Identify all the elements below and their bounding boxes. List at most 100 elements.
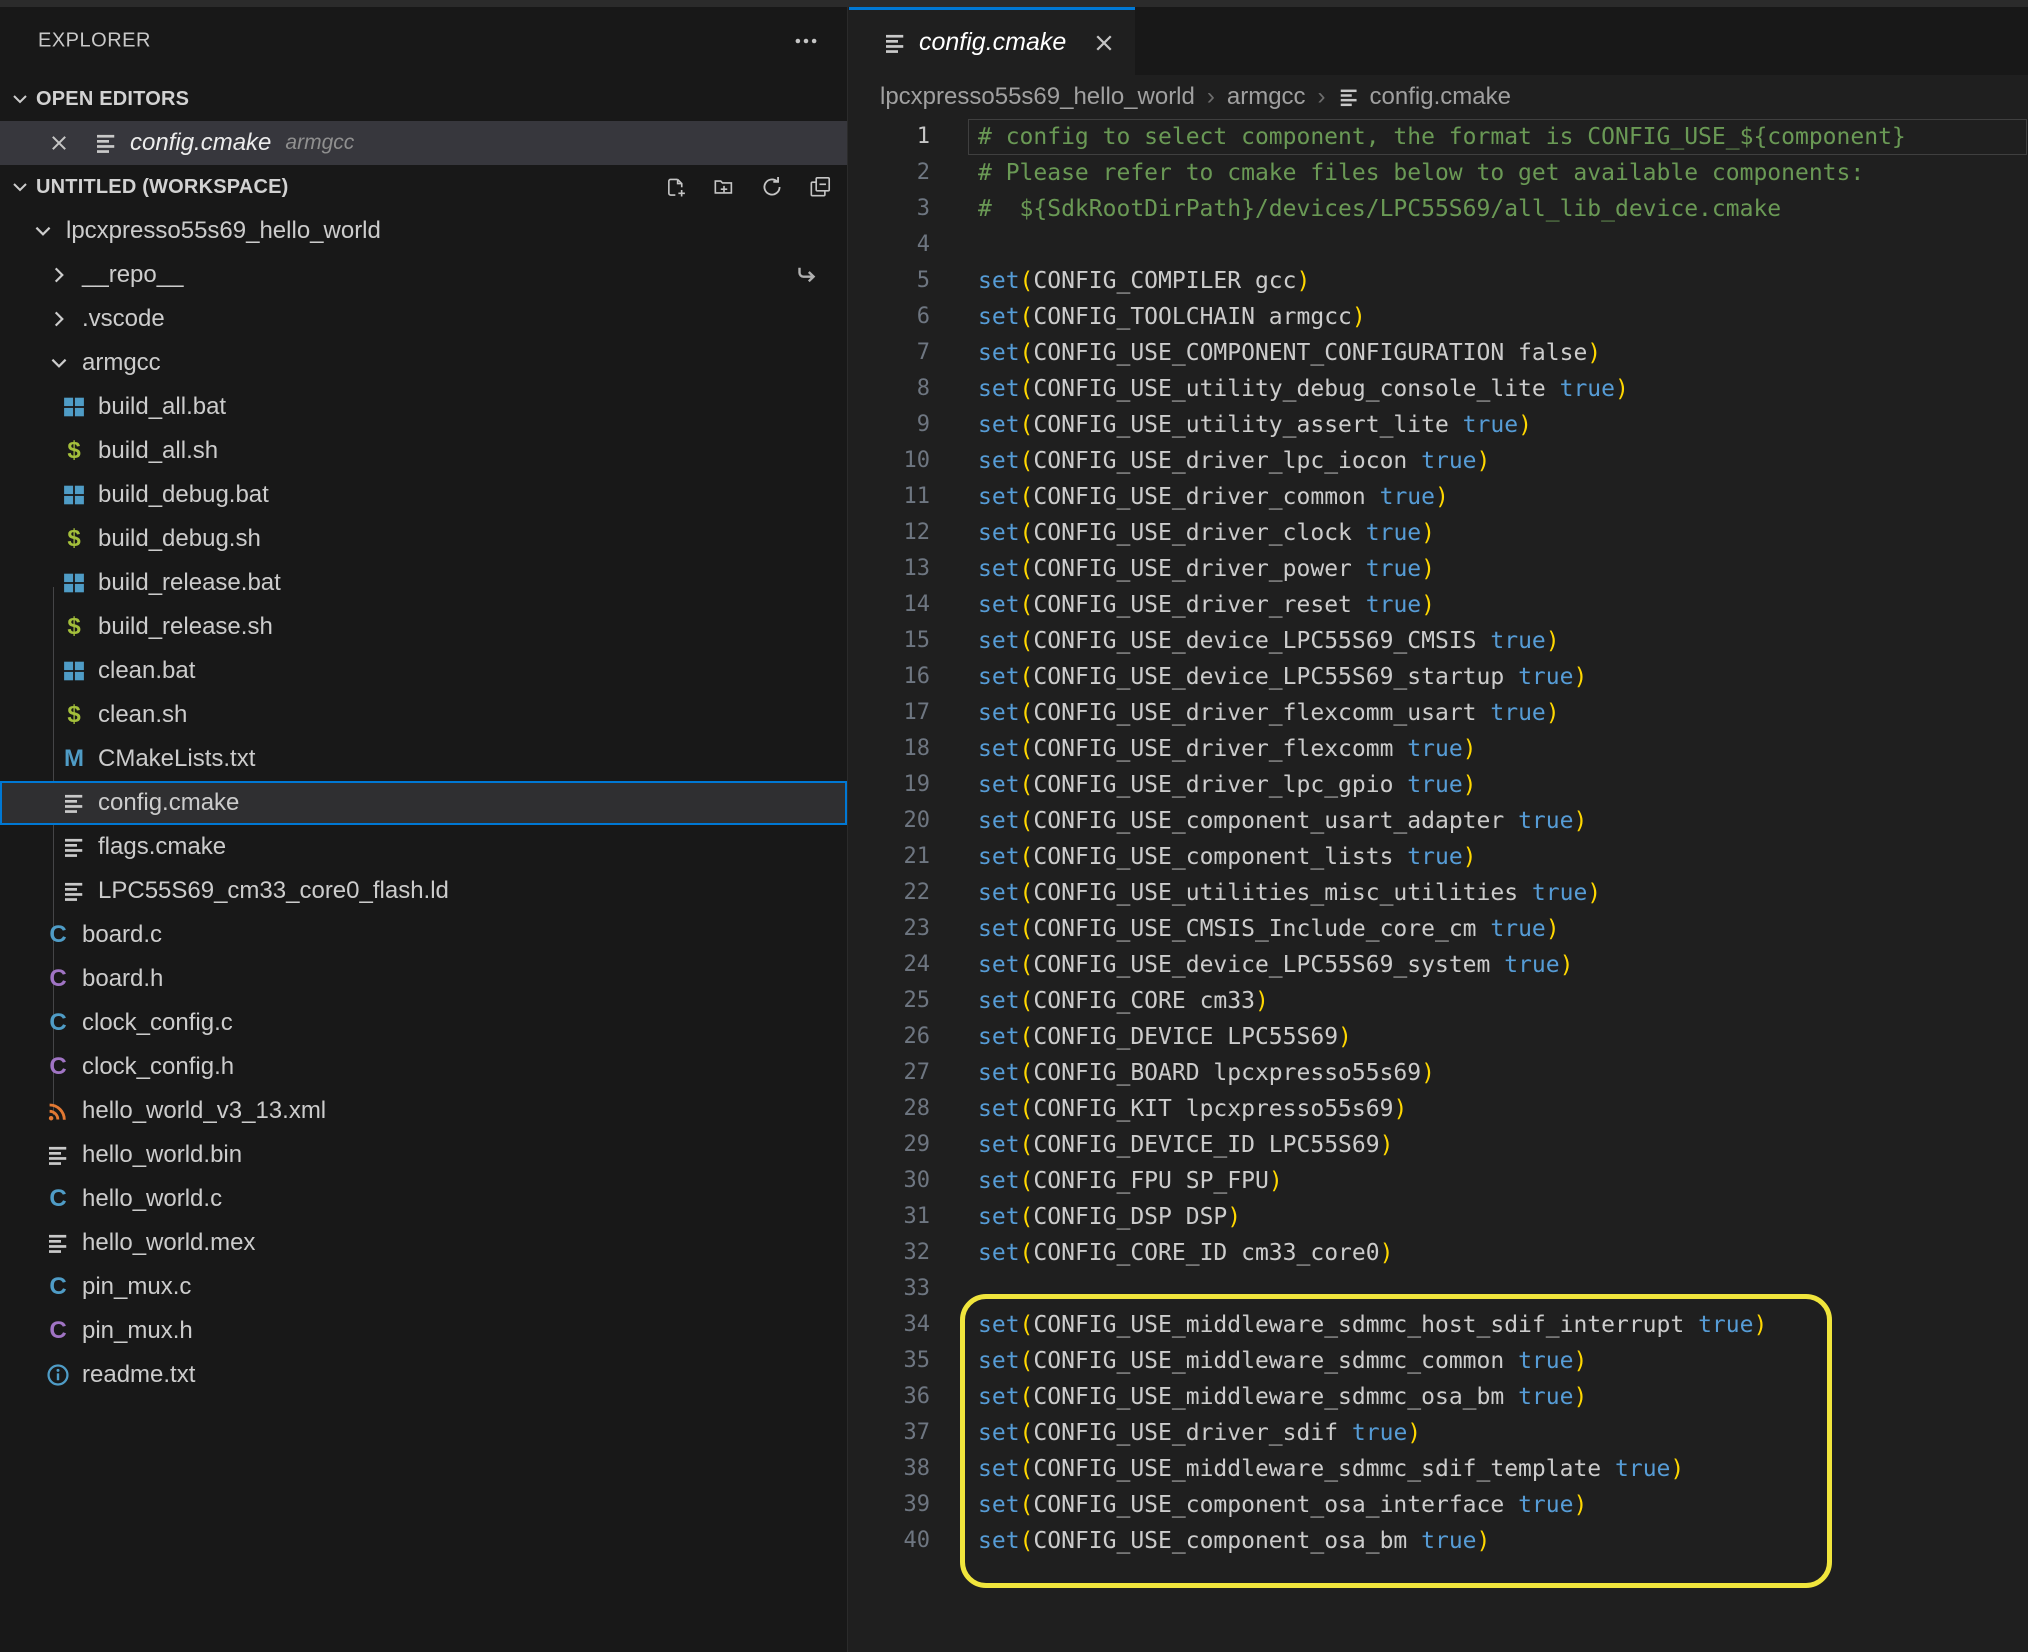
code-line-11[interactable]: 11set(CONFIG_USE_driver_common true) (848, 479, 2028, 515)
open-editor-item-config-cmake[interactable]: config.cmake armgcc (0, 121, 847, 165)
code-line-20[interactable]: 20set(CONFIG_USE_component_usart_adapter… (848, 803, 2028, 839)
code-line-9[interactable]: 9set(CONFIG_USE_utility_assert_lite true… (848, 407, 2028, 443)
line-number[interactable]: 19 (848, 767, 930, 803)
line-number[interactable]: 21 (848, 839, 930, 875)
tree-item-hello-world-c[interactable]: Chello_world.c (0, 1177, 847, 1221)
code-line-30[interactable]: 30set(CONFIG_FPU SP_FPU) (848, 1163, 2028, 1199)
tree-item-clock-config-c[interactable]: Cclock_config.c (0, 1001, 847, 1045)
line-number[interactable]: 17 (848, 695, 930, 731)
code-line-14[interactable]: 14set(CONFIG_USE_driver_reset true) (848, 587, 2028, 623)
line-number[interactable]: 18 (848, 731, 930, 767)
line-number[interactable]: 10 (848, 443, 930, 479)
code-line-21[interactable]: 21set(CONFIG_USE_component_lists true) (848, 839, 2028, 875)
tree-item-build-release-sh[interactable]: $build_release.sh (0, 605, 847, 649)
line-number[interactable]: 26 (848, 1019, 930, 1055)
breadcrumb-item-1[interactable]: armgcc (1227, 83, 1306, 111)
code-line-23[interactable]: 23set(CONFIG_USE_CMSIS_Include_core_cm t… (848, 911, 2028, 947)
line-number[interactable]: 12 (848, 515, 930, 551)
tree-item-cmakelists-txt[interactable]: MCMakeLists.txt (0, 737, 847, 781)
code-line-12[interactable]: 12set(CONFIG_USE_driver_clock true) (848, 515, 2028, 551)
code-line-5[interactable]: 5set(CONFIG_COMPILER gcc) (848, 263, 2028, 299)
line-number[interactable]: 28 (848, 1091, 930, 1127)
code-line-13[interactable]: 13set(CONFIG_USE_driver_power true) (848, 551, 2028, 587)
line-number[interactable]: 40 (848, 1523, 930, 1559)
code-line-15[interactable]: 15set(CONFIG_USE_device_LPC55S69_CMSIS t… (848, 623, 2028, 659)
line-number[interactable]: 15 (848, 623, 930, 659)
code-line-19[interactable]: 19set(CONFIG_USE_driver_lpc_gpio true) (848, 767, 2028, 803)
line-number[interactable]: 37 (848, 1415, 930, 1451)
code-line-7[interactable]: 7set(CONFIG_USE_COMPONENT_CONFIGURATION … (848, 335, 2028, 371)
line-number[interactable]: 7 (848, 335, 930, 371)
tree-item-config-cmake[interactable]: config.cmake (0, 781, 847, 825)
code-line-2[interactable]: 2# Please refer to cmake files below to … (848, 155, 2028, 191)
tree-item-clean-bat[interactable]: clean.bat (0, 649, 847, 693)
code-line-26[interactable]: 26set(CONFIG_DEVICE LPC55S69) (848, 1019, 2028, 1055)
workspace-section-header[interactable]: UNTITLED (WORKSPACE) (0, 165, 847, 209)
collapse-all-icon[interactable] (807, 174, 833, 200)
line-number[interactable]: 6 (848, 299, 930, 335)
code-line-27[interactable]: 27set(CONFIG_BOARD lpcxpresso55s69) (848, 1055, 2028, 1091)
line-number[interactable]: 1 (848, 119, 930, 155)
new-folder-icon[interactable] (711, 174, 737, 200)
code-line-22[interactable]: 22set(CONFIG_USE_utilities_misc_utilitie… (848, 875, 2028, 911)
tree-item-build-release-bat[interactable]: build_release.bat (0, 561, 847, 605)
line-number[interactable]: 27 (848, 1055, 930, 1091)
line-number[interactable]: 31 (848, 1199, 930, 1235)
line-number[interactable]: 24 (848, 947, 930, 983)
code-line-6[interactable]: 6set(CONFIG_TOOLCHAIN armgcc) (848, 299, 2028, 335)
code-line-28[interactable]: 28set(CONFIG_KIT lpcxpresso55s69) (848, 1091, 2028, 1127)
breadcrumb-item-2[interactable]: config.cmake (1370, 83, 1511, 111)
code-line-25[interactable]: 25set(CONFIG_CORE cm33) (848, 983, 2028, 1019)
tree-item-board-h[interactable]: Cboard.h (0, 957, 847, 1001)
line-number[interactable]: 34 (848, 1307, 930, 1343)
tree-item-lpc55s69-cm33-core0-flash-ld[interactable]: LPC55S69_cm33_core0_flash.ld (0, 869, 847, 913)
line-number[interactable]: 2 (848, 155, 930, 191)
line-number[interactable]: 5 (848, 263, 930, 299)
tree-item-build-all-sh[interactable]: $build_all.sh (0, 429, 847, 473)
line-number[interactable]: 22 (848, 875, 930, 911)
tree-item-armgcc[interactable]: armgcc (0, 341, 847, 385)
code-line-32[interactable]: 32set(CONFIG_CORE_ID cm33_core0) (848, 1235, 2028, 1271)
tree-item-board-c[interactable]: Cboard.c (0, 913, 847, 957)
code-line-4[interactable]: 4 (848, 227, 2028, 263)
line-number[interactable]: 3 (848, 191, 930, 227)
breadcrumb-item-0[interactable]: lpcxpresso55s69_hello_world (880, 83, 1195, 111)
close-icon[interactable] (48, 132, 70, 154)
close-icon[interactable] (1092, 31, 1116, 55)
refresh-icon[interactable] (759, 174, 785, 200)
code-line-16[interactable]: 16set(CONFIG_USE_device_LPC55S69_startup… (848, 659, 2028, 695)
tree-item-build-debug-bat[interactable]: build_debug.bat (0, 473, 847, 517)
tree-item-build-debug-sh[interactable]: $build_debug.sh (0, 517, 847, 561)
code-line-3[interactable]: 3# ${SdkRootDirPath}/devices/LPC55S69/al… (848, 191, 2028, 227)
line-number[interactable]: 38 (848, 1451, 930, 1487)
line-number[interactable]: 25 (848, 983, 930, 1019)
line-number[interactable]: 13 (848, 551, 930, 587)
line-number[interactable]: 14 (848, 587, 930, 623)
line-number[interactable]: 20 (848, 803, 930, 839)
line-number[interactable]: 30 (848, 1163, 930, 1199)
line-number[interactable]: 33 (848, 1271, 930, 1307)
line-number[interactable]: 16 (848, 659, 930, 695)
tree-item-pin-mux-c[interactable]: Cpin_mux.c (0, 1265, 847, 1309)
line-number[interactable]: 4 (848, 227, 930, 263)
more-actions-icon[interactable] (793, 28, 819, 54)
tab-config-cmake[interactable]: config.cmake (849, 7, 1135, 75)
line-number[interactable]: 35 (848, 1343, 930, 1379)
tree-item-clock-config-h[interactable]: Cclock_config.h (0, 1045, 847, 1089)
new-file-icon[interactable] (663, 174, 689, 200)
tree-item-flags-cmake[interactable]: flags.cmake (0, 825, 847, 869)
tree-item--vscode[interactable]: .vscode (0, 297, 847, 341)
tree-item-hello-world-v3-13-xml[interactable]: hello_world_v3_13.xml (0, 1089, 847, 1133)
code-line-18[interactable]: 18set(CONFIG_USE_driver_flexcomm true) (848, 731, 2028, 767)
code-line-31[interactable]: 31set(CONFIG_DSP DSP) (848, 1199, 2028, 1235)
tree-item-build-all-bat[interactable]: build_all.bat (0, 385, 847, 429)
code-line-1[interactable]: 1# config to select component, the forma… (848, 119, 2028, 155)
tree-item-hello-world-mex[interactable]: hello_world.mex (0, 1221, 847, 1265)
code-editor[interactable]: 1# config to select component, the forma… (848, 119, 2028, 1652)
line-number[interactable]: 23 (848, 911, 930, 947)
code-line-10[interactable]: 10set(CONFIG_USE_driver_lpc_iocon true) (848, 443, 2028, 479)
line-number[interactable]: 29 (848, 1127, 930, 1163)
tree-item-clean-sh[interactable]: $clean.sh (0, 693, 847, 737)
tree-item-readme-txt[interactable]: readme.txt (0, 1353, 847, 1397)
tree-item--repo-[interactable]: __repo__ (0, 253, 847, 297)
